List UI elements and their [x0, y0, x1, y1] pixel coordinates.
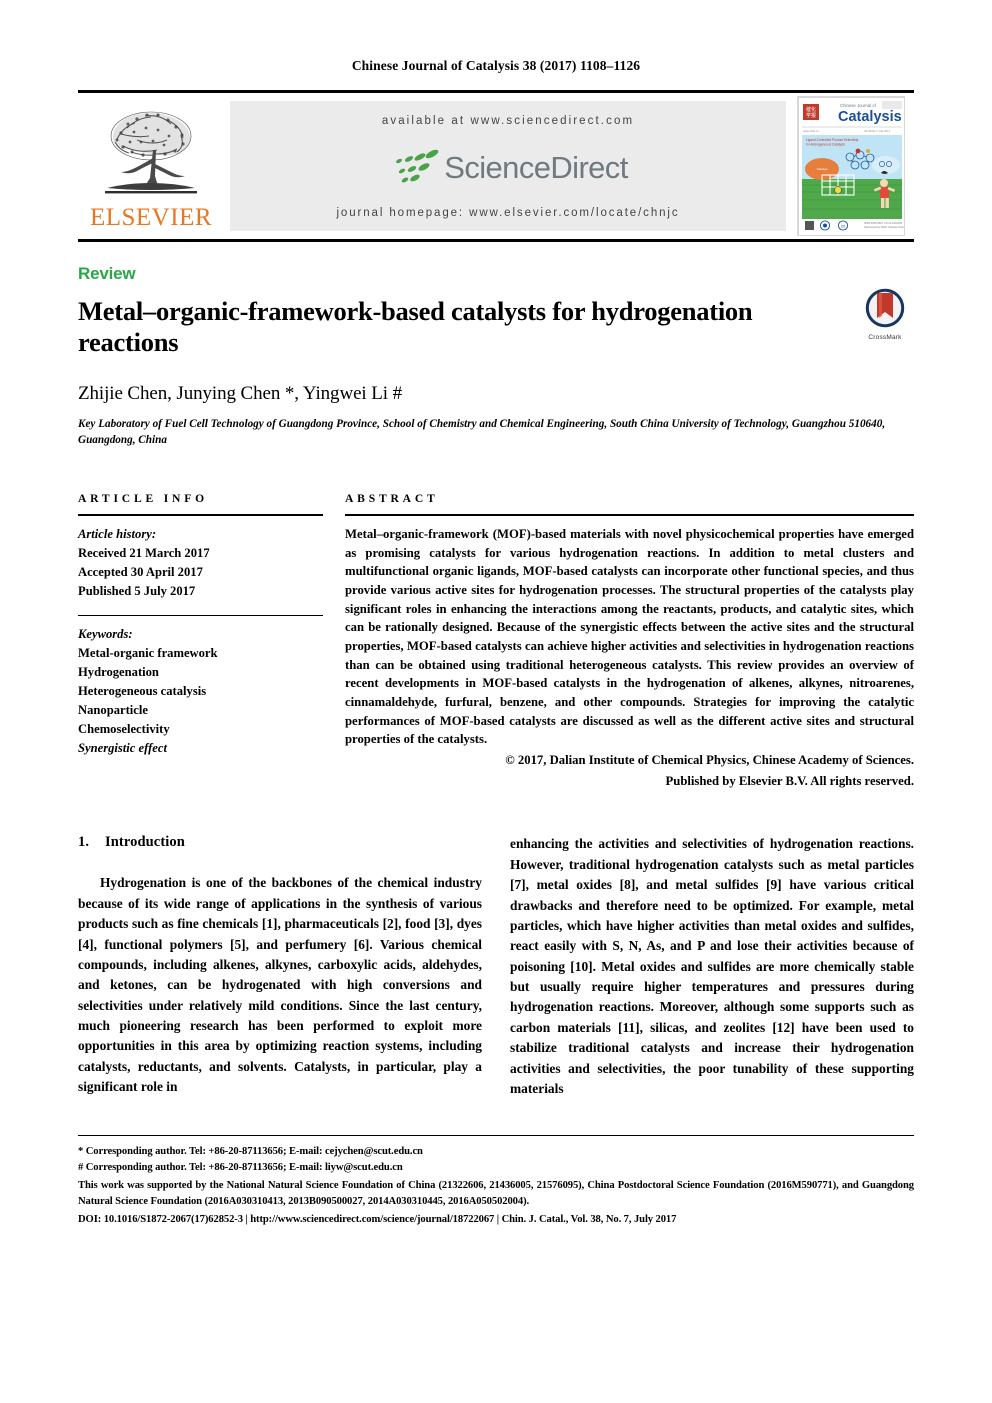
available-at-text: available at www.sciencedirect.com [381, 115, 635, 127]
svg-text:www.chxb.cn: www.chxb.cn [803, 129, 819, 133]
crossmark-label: CrossMark [868, 334, 902, 341]
keyword-item: Heterogeneous catalysis [78, 683, 207, 698]
keyword-item: Synergistic effect [78, 741, 167, 756]
article-info-column: ARTICLE INFO Article history: Received 2… [78, 492, 323, 790]
article-header: Review Metal–organic-framework-based cat… [78, 264, 914, 448]
keyword-item: Nanoparticle [78, 703, 148, 718]
copyright-line-1: © 2017, Dalian Institute of Chemical Phy… [505, 753, 914, 768]
footnote-area: * Corresponding author. Tel: +86-20-8711… [78, 1135, 914, 1227]
running-head: Chinese Journal of Catalysis 38 (2017) 1… [351, 58, 641, 73]
history-accepted: Accepted 30 April 2017 [78, 564, 203, 579]
svg-text:Ligand-Controlled Product Sele: Ligand-Controlled Product Selectivity [806, 138, 859, 142]
body-column-right: enhancing the activities and selectiviti… [510, 834, 914, 1099]
sciencedirect-panel: available at www.sciencedirect.com Scien… [230, 101, 786, 231]
corresponding-author-2: # Corresponding author. Tel: +86-20-8711… [78, 1161, 403, 1173]
svg-text:20: 20 [841, 224, 846, 229]
svg-text:Vol.38 No.7 July 2017: Vol.38 No.7 July 2017 [864, 129, 891, 133]
doi-line: DOI: 10.1016/S1872-2067(17)62852-3 | htt… [78, 1213, 677, 1225]
article-body: 1. Introduction Hydrogenation is one of t… [78, 834, 914, 1099]
article-history-label: Article history: [78, 527, 157, 541]
affiliation: Key Laboratory of Fuel Cell Technology o… [78, 417, 886, 446]
elsevier-wordmark: ELSEVIER [89, 204, 213, 231]
svg-text:学报: 学报 [806, 112, 816, 119]
divider [78, 614, 323, 616]
author-list: Zhijie Chen, Junying Chen *, Yingwei Li … [78, 382, 402, 404]
funding-note: This work was supported by the National … [78, 1179, 914, 1207]
keyword-item: Chemoselectivity [78, 722, 170, 737]
journal-article-page: Chinese Journal of Catalysis 38 (2017) 1… [0, 0, 992, 1403]
svg-text:Catalyst: Catalyst [817, 167, 828, 171]
paragraph: enhancing the activities and selectiviti… [510, 836, 914, 1096]
journal-homepage-text: journal homepage: www.elsevier.com/locat… [336, 207, 680, 219]
info-abstract-row: ARTICLE INFO Article history: Received 2… [78, 492, 914, 790]
page-title: Metal–organic-framework-based catalysts … [78, 296, 753, 358]
corresponding-author-1: * Corresponding author. Tel: +86-20-8711… [78, 1146, 423, 1157]
history-published: Published 5 July 2017 [78, 583, 196, 598]
journal-masthead: ELSEVIER available at www.sciencedirect.… [78, 90, 914, 242]
body-column-left: 1. Introduction Hydrogenation is one of t… [78, 834, 482, 1099]
keyword-item: Hydrogenation [78, 664, 159, 679]
abstract-text: Metal–organic-framework (MOF)-based mate… [345, 527, 914, 747]
svg-text:in Heterogeneous Catalysis: in Heterogeneous Catalysis [806, 143, 845, 147]
sciencedirect-leaves-icon [396, 149, 439, 183]
divider [78, 514, 323, 516]
abstract-heading: ABSTRACT [345, 492, 439, 505]
section-title: Introduction [105, 834, 185, 851]
abstract-column: ABSTRACT Metal–organic-framework (MOF)-b… [345, 492, 914, 790]
article-info-heading: ARTICLE INFO [78, 492, 208, 505]
paragraph: Hydrogenation is one of the backbones of… [78, 875, 482, 1095]
svg-text:催化: 催化 [806, 106, 816, 113]
journal-cover-thumbnail: 催化 学报 Chinese Journal of Catalysis www.c… [792, 93, 914, 239]
svg-text:Sponsored by DICP, Chinese Che: Sponsored by DICP, Chinese Chemical Soci… [864, 225, 905, 229]
svg-text:Chinese Journal of: Chinese Journal of [840, 103, 877, 108]
keyword-item: Metal-organic framework [78, 645, 218, 660]
section-number: 1. [78, 834, 90, 851]
history-received: Received 21 March 2017 [78, 545, 210, 560]
crossmark-icon [865, 288, 905, 328]
svg-text:Catalysis: Catalysis [838, 109, 902, 125]
sciencedirect-logo: ScienceDirect [388, 148, 628, 186]
elsevier-logo: ELSEVIER [78, 93, 224, 239]
elsevier-tree-icon [101, 106, 201, 202]
crossmark-badge[interactable]: CrossMark [858, 288, 912, 341]
sciencedirect-wordmark: ScienceDirect [444, 149, 628, 185]
divider [345, 514, 914, 516]
cover-image: 催化 学报 Chinese Journal of Catalysis www.c… [797, 96, 905, 236]
svg-text:ISSN 0253-9837 CN 21-1601/O6: ISSN 0253-9837 CN 21-1601/O6 [864, 221, 903, 225]
copyright-line-2: Published by Elsevier B.V. All rights re… [665, 773, 914, 788]
article-type-label: Review [78, 264, 136, 283]
section-heading: 1. Introduction [78, 834, 482, 851]
keywords-label: Keywords: [78, 626, 133, 641]
